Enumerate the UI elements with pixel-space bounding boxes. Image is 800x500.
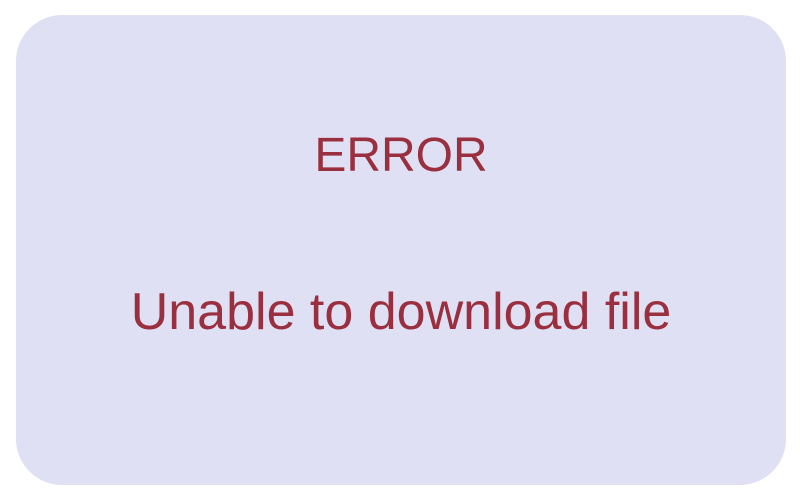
error-title: ERROR [314, 129, 488, 182]
error-panel: ERROR Unable to download file [16, 15, 786, 485]
error-message: Unable to download file [130, 283, 672, 341]
